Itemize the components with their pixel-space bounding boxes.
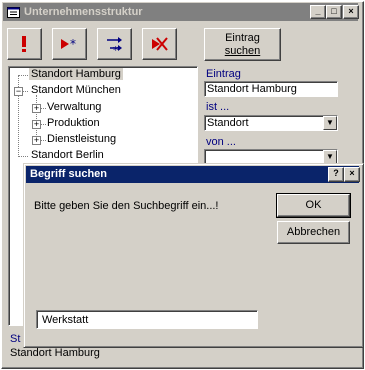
- search-term-input[interactable]: Werkstatt: [36, 310, 258, 329]
- ist-label: ist ...: [206, 101, 230, 113]
- form-icon: [7, 6, 20, 24]
- add-child-button[interactable]: *: [52, 28, 87, 60]
- swap-arrows-star-icon: *: [107, 37, 122, 55]
- tree-item-dienstleistung[interactable]: Dienstleistung: [47, 133, 116, 145]
- ok-button[interactable]: OK: [276, 193, 351, 218]
- exclamation-icon: [22, 36, 26, 52]
- ist-dropdown[interactable]: Standort ▼: [204, 115, 338, 131]
- dialog-title: Begriff suchen: [30, 168, 108, 180]
- expand-icon[interactable]: +: [32, 136, 41, 145]
- cancel-button[interactable]: Abbrechen: [277, 221, 350, 244]
- expand-icon[interactable]: +: [32, 120, 41, 129]
- maximize-button[interactable]: □: [326, 5, 342, 19]
- tree-item-produktion[interactable]: Produktion: [47, 117, 100, 129]
- arrow-right-star-icon: *: [61, 37, 76, 51]
- von-label: von ...: [206, 136, 236, 148]
- search-button-line1: Eintrag: [225, 32, 260, 44]
- tree-item-standort-muenchen[interactable]: Standort München: [31, 84, 121, 96]
- dialog-prompt: Bitte geben Sie den Suchbegriff ein...!: [34, 200, 219, 212]
- remove-arrow-icon: [152, 37, 168, 51]
- collapse-icon[interactable]: −: [14, 87, 23, 96]
- dialog-title-bar[interactable]: Begriff suchen ? ×: [26, 166, 360, 183]
- main-title-bar[interactable]: Unternehmensstruktur _ □ ×: [3, 3, 359, 24]
- status-value: Standort Hamburg: [10, 347, 100, 359]
- svg-text:*: *: [70, 37, 76, 51]
- status-label: St: [10, 333, 21, 345]
- expand-icon[interactable]: +: [32, 104, 41, 113]
- tree-item-verwaltung[interactable]: Verwaltung: [47, 101, 101, 113]
- alert-button[interactable]: [7, 28, 42, 60]
- eintrag-field[interactable]: Standort Hamburg: [204, 81, 338, 97]
- chevron-down-icon[interactable]: ▼: [323, 116, 337, 130]
- move-entry-button[interactable]: *: [97, 28, 132, 60]
- svg-text:*: *: [113, 44, 119, 55]
- search-entry-button[interactable]: Eintrag suchen: [204, 28, 281, 61]
- search-dialog: Begriff suchen ? × Bitte geben Sie den S…: [23, 163, 364, 348]
- window-title: Unternehmensstruktur: [24, 6, 143, 18]
- search-button-line2: suchen: [224, 45, 261, 57]
- eintrag-label: Eintrag: [206, 68, 241, 80]
- minimize-button[interactable]: _: [310, 5, 326, 19]
- tree-item-standort-hamburg[interactable]: Standort Hamburg: [29, 68, 123, 80]
- close-button[interactable]: ×: [343, 5, 359, 19]
- ist-dropdown-value: Standort: [207, 117, 249, 129]
- dialog-close-button[interactable]: ×: [344, 167, 360, 182]
- delete-entry-button[interactable]: [142, 28, 177, 60]
- help-button[interactable]: ?: [328, 167, 344, 182]
- tree-item-standort-berlin[interactable]: Standort Berlin: [31, 149, 104, 161]
- chevron-down-icon[interactable]: ▼: [323, 150, 337, 164]
